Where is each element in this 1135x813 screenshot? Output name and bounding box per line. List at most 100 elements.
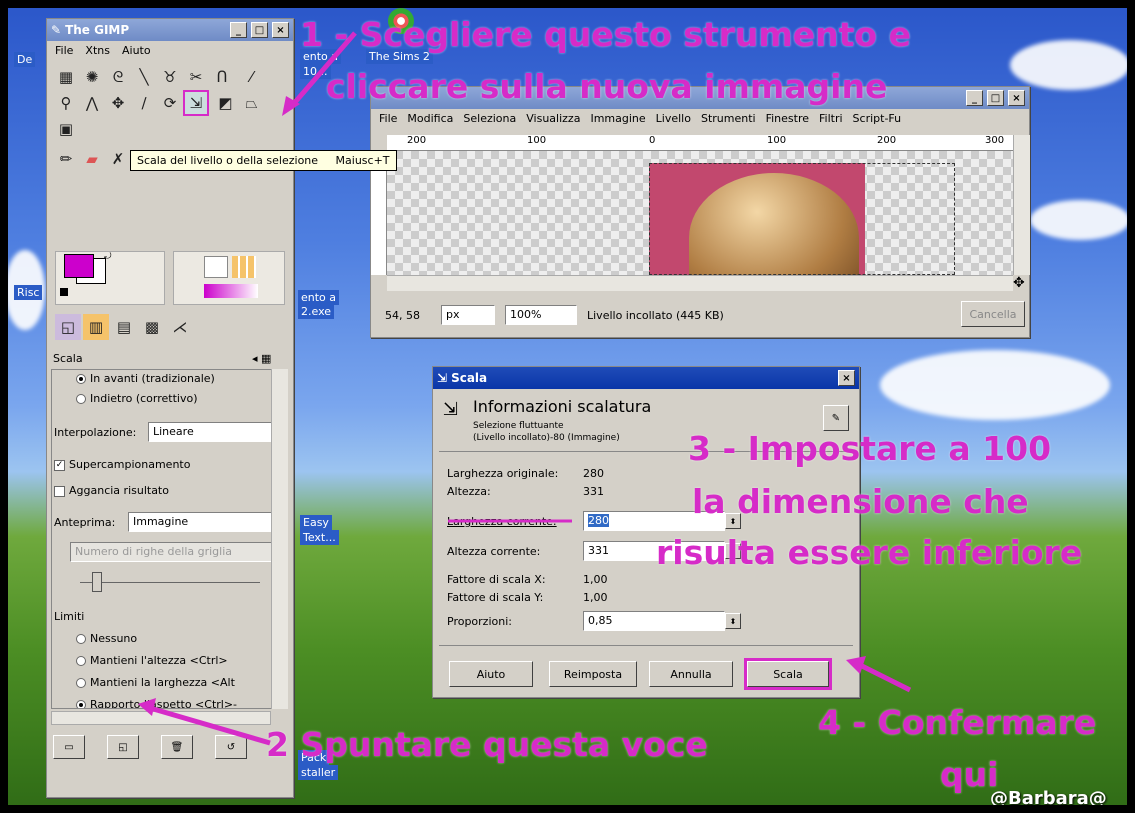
gradient-swatch[interactable] xyxy=(204,284,258,298)
crop-icon[interactable]: ∕ xyxy=(131,90,157,116)
delete-options-icon[interactable]: 🗑 xyxy=(161,735,193,759)
desktop-icon-label[interactable]: Risc xyxy=(14,285,43,300)
default-colors-icon[interactable] xyxy=(60,288,68,296)
desktop-icon-label[interactable]: 2.exe xyxy=(298,304,335,319)
perspective-icon[interactable]: ⏢ xyxy=(239,90,265,116)
scale-x-label: Fattore di scala X: xyxy=(447,573,546,586)
move-icon[interactable]: ✥ xyxy=(105,90,131,116)
desktop-icon-label[interactable]: ento a xyxy=(298,290,340,305)
layers-tab-icon[interactable]: ▤ xyxy=(111,314,137,340)
desktop-icon-label[interactable]: De xyxy=(14,52,36,67)
reset-options-icon[interactable]: ↺ xyxy=(215,735,247,759)
limit-aspect[interactable]: Rapporto l'aspetto <Ctrl>- xyxy=(76,698,237,708)
desktop-icon-label[interactable]: Text... xyxy=(300,530,339,545)
menu-strumenti[interactable]: Strumenti xyxy=(701,112,756,125)
menu-file[interactable]: File xyxy=(55,44,73,57)
close-button[interactable]: × xyxy=(272,22,289,38)
desktop-icon-label[interactable]: staller xyxy=(298,765,339,780)
image-hscrollbar[interactable] xyxy=(387,275,1013,291)
color-select-icon[interactable]: ♉ xyxy=(157,64,183,90)
options-hscrollbar[interactable] xyxy=(51,711,271,725)
annotation-2: 2 Spuntare questa voce xyxy=(266,725,708,764)
preview-select[interactable]: Immagine xyxy=(128,512,272,532)
scale-tool-icon[interactable]: ⇲ xyxy=(183,90,209,116)
menu-seleziona[interactable]: Seleziona xyxy=(463,112,516,125)
airbrush-icon[interactable]: ✗ xyxy=(105,146,131,172)
supersample-checkbox[interactable]: ✓ Supercampionamento xyxy=(54,458,190,471)
menu-modifica[interactable]: Modifica xyxy=(407,112,453,125)
rect-select-icon[interactable]: ▦ xyxy=(53,64,79,90)
foreground-color-swatch[interactable] xyxy=(64,254,94,278)
ruler-label: 200 xyxy=(407,135,427,146)
brush-swatch[interactable] xyxy=(204,256,228,278)
cancel-button[interactable]: Annulla xyxy=(649,661,733,687)
shear-icon[interactable]: ◩ xyxy=(213,90,239,116)
close-button[interactable]: × xyxy=(838,370,855,386)
limit-none[interactable]: Nessuno xyxy=(76,632,137,645)
grid-lines-select[interactable]: Numero di righe della griglia xyxy=(70,542,272,562)
menu-aiuto[interactable]: Aiuto xyxy=(122,44,151,57)
menu-finestre[interactable]: Finestre xyxy=(766,112,809,125)
dock-menu-icon[interactable]: ◂ ▦ xyxy=(252,352,271,365)
interpolation-select[interactable]: Lineare xyxy=(148,422,272,442)
maximize-button[interactable]: □ xyxy=(987,90,1004,106)
tool-options-tab-icon[interactable]: ◱ xyxy=(55,314,81,340)
maximize-button[interactable]: □ xyxy=(251,22,268,38)
swap-colors-icon[interactable]: ⤾ xyxy=(104,252,112,262)
help-button[interactable]: Aiuto xyxy=(449,661,533,687)
image-canvas[interactable] xyxy=(387,151,1013,275)
info-note-icon[interactable]: ✎ xyxy=(823,405,849,431)
menu-livello[interactable]: Livello xyxy=(656,112,691,125)
minimize-button[interactable]: _ xyxy=(966,90,983,106)
menu-script-fu[interactable]: Script-Fu xyxy=(853,112,902,125)
options-scrollbar[interactable] xyxy=(271,369,288,709)
limit-height[interactable]: Mantieni l'altezza <Ctrl> xyxy=(76,654,228,667)
zoom-select[interactable]: 100% xyxy=(505,305,577,325)
close-button[interactable]: × xyxy=(1008,90,1025,106)
pattern-tab-icon[interactable]: ▥ xyxy=(83,314,109,340)
toolbox-titlebar[interactable]: ✎ The GIMP _ □ × xyxy=(47,19,293,41)
orig-height-label: Altezza: xyxy=(447,485,491,498)
measure-icon[interactable]: ⋀ xyxy=(79,90,105,116)
desktop-icon-label[interactable]: Easy xyxy=(300,515,332,530)
color-picker-icon[interactable]: ⁄ xyxy=(239,64,265,90)
paths-tab-icon[interactable]: ⋌ xyxy=(167,314,193,340)
minimize-button[interactable]: _ xyxy=(230,22,247,38)
paths-icon[interactable]: ᑎ xyxy=(209,64,235,90)
pencil-icon[interactable]: ✏ xyxy=(53,146,79,172)
eraser-icon[interactable]: ▰ xyxy=(79,146,105,172)
menu-visualizza[interactable]: Visualizza xyxy=(526,112,580,125)
lasso-icon[interactable]: ᘓ xyxy=(105,64,131,90)
ratio-input[interactable]: 0,85 xyxy=(583,611,725,631)
snap-checkbox[interactable]: Aggancia risultato xyxy=(54,484,169,497)
dialog-titlebar[interactable]: ⇲ Scala × xyxy=(433,367,859,389)
menu-file[interactable]: File xyxy=(379,112,397,125)
cancel-button[interactable]: Cancella xyxy=(961,301,1025,327)
grid-slider-handle[interactable] xyxy=(92,572,102,592)
magnify-icon[interactable]: ⚲ xyxy=(53,90,79,116)
ellipse-select-icon[interactable]: ✺ xyxy=(79,64,105,90)
tool-options-panel: In avanti (tradizionale) Indietro (corre… xyxy=(51,369,273,709)
menu-immagine[interactable]: Immagine xyxy=(590,112,645,125)
image-vscrollbar[interactable] xyxy=(1013,135,1030,275)
restore-options-icon[interactable]: ◱ xyxy=(107,735,139,759)
scale-button[interactable]: Scala xyxy=(744,658,832,690)
menu-filtri[interactable]: Filtri xyxy=(819,112,843,125)
save-options-icon[interactable]: ▭ xyxy=(53,735,85,759)
pattern-swatch[interactable] xyxy=(232,256,256,278)
tool-grid: ▦ ✺ ᘓ ╲ ♉ ✂ ᑎ ⁄ ⚲ ⋀ ✥ ∕ ⟳ ⇲ ◩ ⏢ ▣ xyxy=(47,60,293,146)
scissors-icon[interactable]: ✂ xyxy=(183,64,209,90)
navigate-icon[interactable]: ✥ xyxy=(1013,275,1025,291)
rotate-icon[interactable]: ⟳ xyxy=(157,90,183,116)
radio-backward[interactable]: Indietro (correttivo) xyxy=(76,392,198,405)
magic-wand-icon[interactable]: ╲ xyxy=(131,64,157,90)
radio-forward[interactable]: In avanti (tradizionale) xyxy=(76,372,215,385)
limit-width[interactable]: Mantieni la larghezza <Alt xyxy=(76,676,235,689)
flip-icon[interactable]: ▣ xyxy=(53,116,79,142)
ratio-spin-icon[interactable]: ⬍ xyxy=(725,613,741,629)
menu-xtns[interactable]: Xtns xyxy=(85,44,110,57)
reset-button[interactable]: Reimposta xyxy=(549,661,637,687)
annotation-1-line1: 1 - Scegliere questo strumento e xyxy=(300,15,911,54)
channels-tab-icon[interactable]: ▩ xyxy=(139,314,165,340)
unit-select[interactable]: px xyxy=(441,305,495,325)
